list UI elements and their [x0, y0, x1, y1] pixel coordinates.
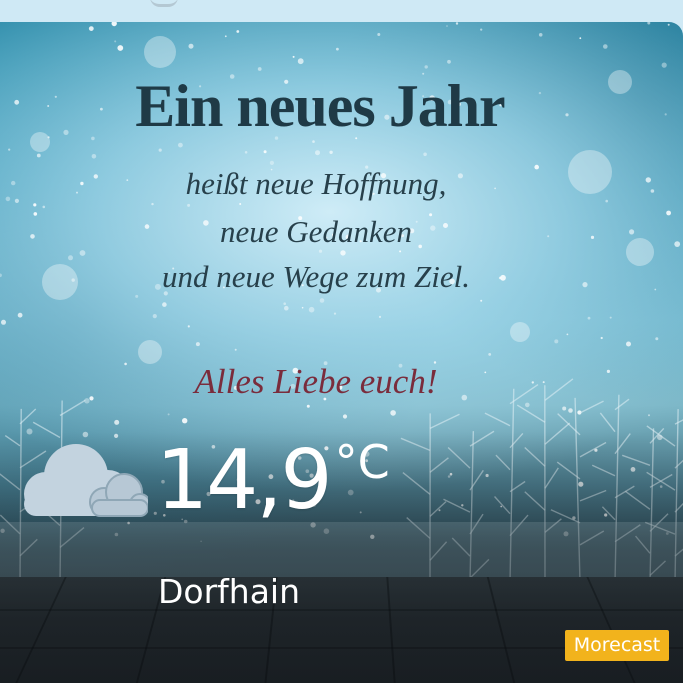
morecast-badge[interactable]: Morecast	[565, 630, 669, 661]
temperature-readout: 14,9°C	[156, 433, 390, 528]
location-name: Dorfhain	[158, 572, 301, 611]
cloud-icon	[24, 444, 148, 517]
temperature-value: 14,9	[156, 433, 333, 528]
widget-frame: Ein neues Jahr heißt neue Hoffnung, neue…	[0, 0, 683, 683]
temperature-unit: °C	[334, 435, 390, 489]
weather-overlay: 14,9°C Dorfhain Morecast	[0, 0, 683, 661]
